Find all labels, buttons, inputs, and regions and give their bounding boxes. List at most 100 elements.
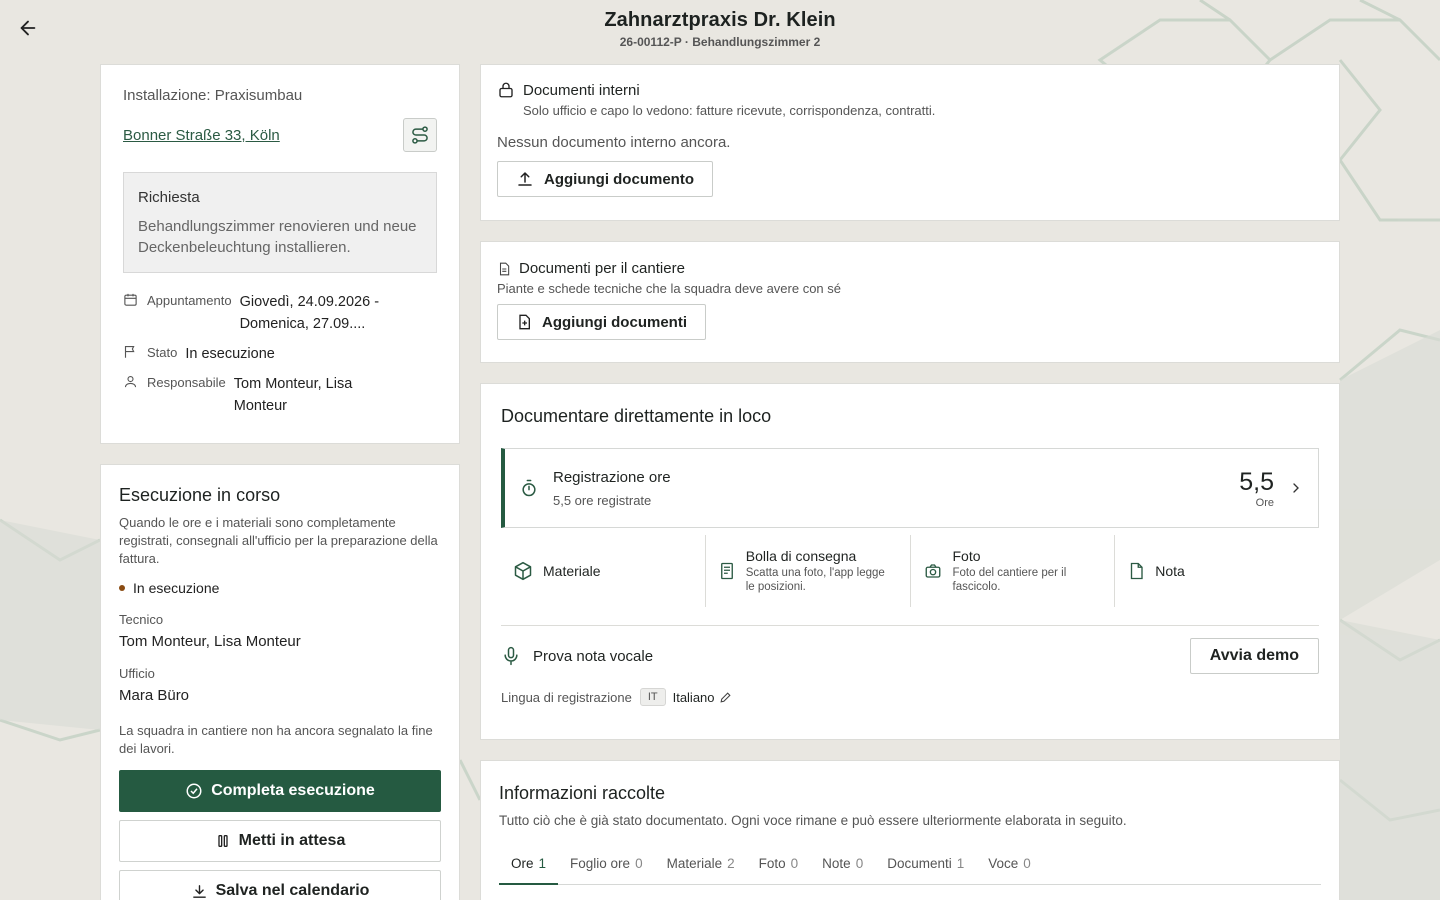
internal-documents-title: Documenti interni <box>523 81 640 99</box>
hours-unit: Ore <box>1255 496 1274 509</box>
execution-status: In esecuzione <box>119 580 441 596</box>
office-value: Mara Büro <box>119 687 190 704</box>
status-dot <box>119 585 125 591</box>
tile-note[interactable]: Nota <box>1115 535 1319 607</box>
site-card: Installazione: Praxisumbau Bonner Straße… <box>100 64 460 444</box>
internal-documents-empty: Nessun documento interno ancora. <box>497 134 731 151</box>
office-label: Ufficio <box>119 666 155 681</box>
hours-registration-row[interactable]: Registrazione ore 5,5 ore registrate 5,5… <box>501 448 1319 528</box>
check-circle-icon <box>186 783 202 799</box>
tab-notes-label: Note <box>822 856 851 871</box>
capture-tiles: Materiale Bolla di consegna Scatta una f… <box>501 535 1319 607</box>
tab-photos-count: 0 <box>790 856 799 871</box>
tile-delivery-note-title: Bolla di consegna <box>745 548 857 564</box>
tab-photos[interactable]: Foto 0 <box>747 856 811 884</box>
tab-material[interactable]: Materiale 2 <box>655 856 747 884</box>
tab-hours-count: 1 <box>538 856 547 871</box>
responsible-label: Responsabile <box>147 375 226 390</box>
technician-label: Tecnico <box>119 612 164 627</box>
pause-label: Metti in attesa <box>238 832 346 849</box>
add-internal-document-label: Aggiungi documento <box>544 170 694 188</box>
state-label: Stato <box>147 345 178 360</box>
technician-value: Tom Monteur, Lisa Monteur <box>119 633 301 650</box>
request-box: Richiesta Behandlungszimmer renovieren u… <box>123 172 437 273</box>
pause-button[interactable]: Metti in attesa <box>119 820 441 862</box>
package-icon <box>514 561 532 581</box>
execution-description: Quando le ore e i materiali sono complet… <box>119 515 438 566</box>
tile-photo[interactable]: Foto Foto del cantiere per il fascicolo. <box>911 535 1116 607</box>
responsible-value: Tom Monteur, Lisa Monteur <box>233 376 353 414</box>
hours-value: 5,5 <box>1239 467 1274 496</box>
note-icon <box>1131 562 1143 580</box>
start-demo-button[interactable]: Avvia demo <box>1189 638 1319 674</box>
page-header: Zahnarztpraxis Dr. Klein 26-00112-P · Be… <box>0 9 1440 49</box>
save-calendar-button[interactable]: Salva nel calendario <box>119 870 441 900</box>
save-calendar-label: Salva nel calendario <box>215 882 370 899</box>
upload-icon <box>518 171 532 186</box>
add-site-documents-button[interactable]: Aggiungi documenti <box>497 304 706 340</box>
flag-icon <box>124 345 135 358</box>
onsite-documentation-card: Documentare direttamente in loco Registr… <box>480 383 1340 740</box>
tab-timesheet[interactable]: Foglio ore 0 <box>558 856 655 884</box>
state-row: Stato In esecuzione <box>123 343 437 365</box>
download-icon <box>192 884 206 898</box>
receipt-icon <box>720 562 733 580</box>
appointment-row: Appuntamento Giovedì, 24.09.2026 - Domen… <box>123 291 437 335</box>
address-link[interactable]: Bonner Straße 33, Köln <box>123 127 280 144</box>
add-internal-document-button[interactable]: Aggiungi documento <box>497 161 713 197</box>
site-documents-card: Documenti per il cantiere Piante e sched… <box>480 241 1340 363</box>
add-site-documents-label: Aggiungi documenti <box>542 313 687 331</box>
microphone-icon <box>504 646 518 666</box>
internal-documents-card: Documenti interni Solo ufficio e capo lo… <box>480 64 1340 221</box>
complete-execution-button[interactable]: Completa esecuzione <box>119 770 441 812</box>
tile-delivery-note[interactable]: Bolla di consegna Scatta una foto, l'app… <box>706 535 911 607</box>
tab-hours[interactable]: Ore 1 <box>499 856 559 885</box>
tab-voice[interactable]: Voce 0 <box>976 856 1043 884</box>
pencil-icon <box>719 691 731 703</box>
tab-notes[interactable]: Note 0 <box>810 856 875 884</box>
complete-execution-label: Completa esecuzione <box>211 782 375 799</box>
language-code-badge: IT <box>639 688 666 706</box>
info-tabs: Ore 1 Foglio ore 0 Materiale 2 Foto 0 Note 0 … <box>499 856 1321 885</box>
tab-voice-count: 0 <box>1023 856 1031 871</box>
tab-documents-count: 1 <box>956 856 965 871</box>
collected-info-description: Tutto ciò che è già stato documentato. O… <box>499 813 1127 828</box>
page-subtitle: 26-00112-P · Behandlungszimmer 2 <box>619 35 821 49</box>
language-value: Italiano <box>672 689 715 705</box>
tab-documents-label: Documenti <box>887 856 952 871</box>
recording-language-label: Lingua di registrazione <box>501 689 632 705</box>
tab-material-label: Materiale <box>666 856 723 871</box>
tab-timesheet-count: 0 <box>635 856 643 871</box>
tab-documents[interactable]: Documenti 1 <box>875 856 976 884</box>
calendar-icon <box>124 293 137 306</box>
chevron-right-icon <box>1293 483 1299 493</box>
user-icon <box>124 375 137 388</box>
responsible-row: Responsabile Tom Monteur, Lisa Monteur <box>123 373 437 417</box>
stopwatch-icon <box>522 479 536 497</box>
request-text: Behandlungszimmer renovieren und neue De… <box>138 218 417 256</box>
tile-material[interactable]: Materiale <box>501 535 706 607</box>
appointment-label: Appuntamento <box>147 293 232 308</box>
camera-icon <box>925 564 940 578</box>
language-selector[interactable]: Italiano <box>673 690 732 705</box>
tile-photo-sub: Foto del cantiere per il fascicolo. <box>952 567 1067 593</box>
tab-material-count: 2 <box>727 856 735 871</box>
installation-label: Installazione: Praxisumbau <box>123 87 303 104</box>
divider <box>501 625 1319 626</box>
execution-card: Esecuzione in corso Quando le ore e i ma… <box>100 464 460 900</box>
tile-delivery-note-sub: Scatta una foto, l'app legge le posizion… <box>745 567 885 593</box>
tab-voice-label: Voce <box>988 856 1019 871</box>
execution-note: La squadra in cantiere non ha ancora seg… <box>119 723 433 756</box>
voice-note-label: Prova nota vocale <box>533 647 654 665</box>
hours-subtitle: 5,5 ore registrate <box>553 492 652 508</box>
route-button[interactable] <box>403 118 437 152</box>
pause-icon <box>217 835 228 847</box>
hours-title: Registrazione ore <box>553 468 671 486</box>
lock-icon <box>499 82 513 98</box>
route-icon <box>412 126 428 144</box>
onsite-title: Documentare direttamente in loco <box>501 406 772 426</box>
tab-notes-count: 0 <box>855 856 864 871</box>
execution-status-text: In esecuzione <box>133 580 220 596</box>
tile-photo-title: Foto <box>952 548 981 564</box>
site-documents-subtitle: Piante e schede tecniche che la squadra … <box>497 281 842 296</box>
